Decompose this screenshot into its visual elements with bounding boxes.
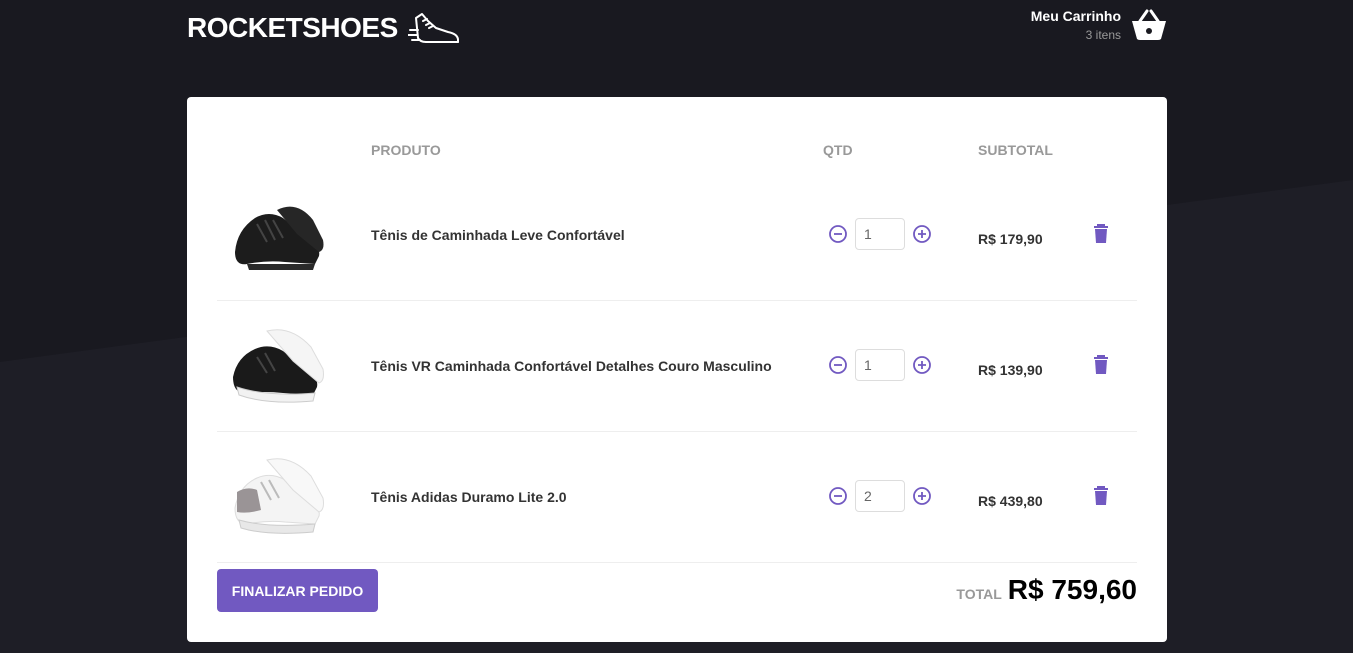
- plus-circle-icon: [913, 356, 931, 374]
- subtotal-value: R$ 139,90: [978, 362, 1043, 378]
- checkout-button[interactable]: FINALIZAR PEDIDO: [217, 569, 378, 612]
- delete-button[interactable]: [1092, 224, 1110, 244]
- top-header: ROCKETSHOES Meu Carrinho 3 itens: [187, 0, 1167, 60]
- delete-button[interactable]: [1092, 486, 1110, 506]
- subtotal-value: R$ 439,80: [978, 493, 1043, 509]
- logo-text: ROCKETSHOES: [187, 12, 398, 43]
- increment-button[interactable]: [911, 485, 933, 507]
- product-name: Tênis de Caminhada Leve Confortável: [371, 227, 625, 243]
- increment-button[interactable]: [911, 354, 933, 376]
- cart-footer: FINALIZAR PEDIDO TOTAL R$ 759,60: [217, 569, 1137, 619]
- cart-panel: PRODUTO QTD SUBTOTAL Tênis de Caminhada …: [187, 97, 1167, 642]
- minus-circle-icon: [829, 487, 847, 505]
- basket-icon: [1132, 9, 1166, 40]
- total-label: TOTAL: [956, 586, 1002, 602]
- quantity-stepper: [827, 218, 933, 250]
- quantity-input[interactable]: [855, 480, 905, 512]
- logo[interactable]: ROCKETSHOES: [187, 8, 462, 48]
- trash-icon: [1094, 486, 1108, 505]
- subtotal-value: R$ 179,90: [978, 231, 1043, 247]
- trash-icon: [1094, 224, 1108, 243]
- row-divider: [217, 562, 1137, 563]
- total-value: R$ 759,60: [1007, 574, 1137, 605]
- delete-button[interactable]: [1092, 355, 1110, 375]
- increment-button[interactable]: [911, 223, 933, 245]
- table-row: Tênis VR Caminhada Confortável Detalhes …: [217, 301, 1137, 432]
- cart-link[interactable]: Meu Carrinho 3 itens: [1031, 8, 1167, 42]
- column-product: PRODUTO: [371, 142, 441, 158]
- quantity-stepper: [827, 349, 933, 381]
- decrement-button[interactable]: [827, 223, 849, 245]
- product-name: Tênis VR Caminhada Confortável Detalhes …: [371, 358, 772, 374]
- cart-title: Meu Carrinho: [1030, 8, 1121, 24]
- decrement-button[interactable]: [827, 485, 849, 507]
- trash-icon: [1094, 355, 1108, 374]
- product-image: [235, 206, 324, 270]
- quantity-stepper: [827, 480, 933, 512]
- minus-circle-icon: [829, 356, 847, 374]
- cart-count: 3 itens: [1085, 28, 1121, 42]
- cart-info: Meu Carrinho 3 itens: [1031, 8, 1121, 42]
- decrement-button[interactable]: [827, 354, 849, 376]
- column-qty: QTD: [823, 142, 853, 158]
- column-subtotal: SUBTOTAL: [978, 142, 1053, 158]
- minus-circle-icon: [829, 225, 847, 243]
- plus-circle-icon: [913, 225, 931, 243]
- table-header: PRODUTO QTD SUBTOTAL: [187, 142, 1167, 162]
- table-row: Tênis de Caminhada Leve Confortável R$ 1…: [217, 170, 1137, 301]
- product-image: [233, 329, 324, 403]
- product-name: Tênis Adidas Duramo Lite 2.0: [371, 489, 567, 505]
- table-row: Tênis Adidas Duramo Lite 2.0 R$ 439,80: [217, 432, 1137, 563]
- product-image: [234, 458, 324, 534]
- quantity-input[interactable]: [855, 218, 905, 250]
- plus-circle-icon: [913, 487, 931, 505]
- total: TOTAL R$ 759,60: [956, 574, 1137, 606]
- quantity-input[interactable]: [855, 349, 905, 381]
- sneaker-icon: [407, 13, 459, 43]
